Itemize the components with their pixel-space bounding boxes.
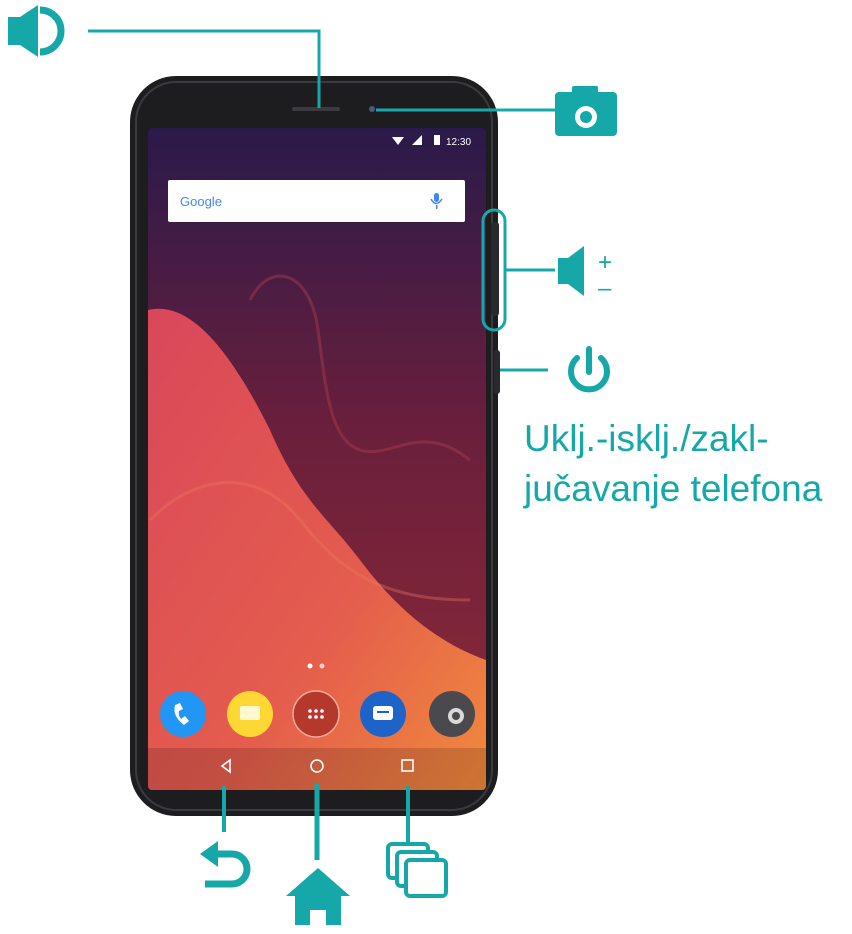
- volume-plus-label: +: [598, 249, 612, 276]
- power-button-caption: Uklj.-isklj./zakl- jučavanje telefona: [524, 414, 850, 514]
- navigation-bar: [148, 748, 486, 790]
- volume-icon: [558, 246, 584, 296]
- status-time: 12:30: [446, 137, 471, 148]
- chat-app-icon[interactable]: [360, 691, 406, 737]
- page-indicator-dot: [319, 663, 325, 669]
- power-caption-line-1: Uklj.-isklj./zakl-: [524, 418, 769, 459]
- power-button: [494, 350, 500, 394]
- camera-app-icon[interactable]: [429, 691, 475, 737]
- google-logo: Google: [180, 194, 222, 209]
- speaker-icon: [8, 5, 65, 57]
- google-search-bar[interactable]: Google: [168, 180, 465, 222]
- app-drawer-icon[interactable]: [292, 690, 340, 738]
- phone-app-icon[interactable]: [160, 691, 206, 737]
- messages-app-icon[interactable]: [227, 691, 273, 737]
- power-icon: [568, 346, 610, 393]
- power-caption-line-2: jučavanje telefona: [524, 468, 823, 509]
- screen: 12:30 Google: [148, 128, 486, 790]
- back-arrow-icon: [200, 841, 251, 888]
- battery-icon: [434, 135, 440, 145]
- volume-minus-label: –: [598, 275, 612, 302]
- earpiece-slot: [292, 107, 340, 111]
- recent-apps-icon: [386, 842, 448, 898]
- home-icon: [286, 868, 350, 925]
- camera-icon: [555, 86, 617, 136]
- page-indicator-dot: [307, 663, 313, 669]
- front-camera-lens: [369, 106, 375, 112]
- volume-rocker: [491, 222, 499, 316]
